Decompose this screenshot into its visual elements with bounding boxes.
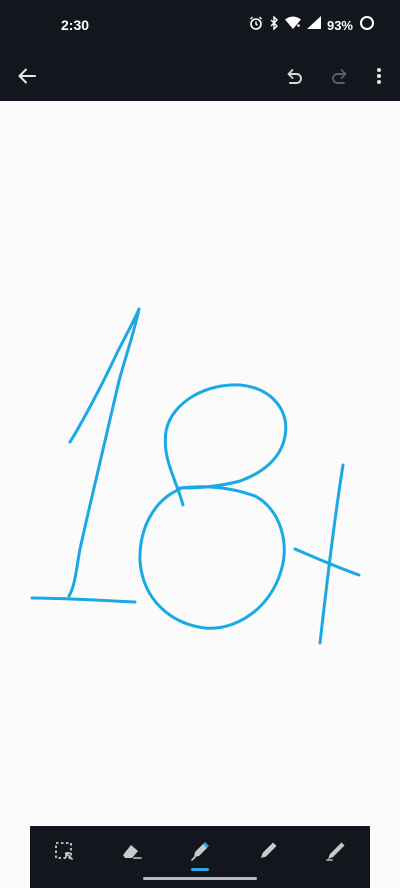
battery-ring-icon xyxy=(359,15,375,36)
alarm-icon xyxy=(249,16,263,35)
redo-button[interactable] xyxy=(322,58,358,94)
handwriting-strokes xyxy=(30,307,361,645)
bluetooth-icon xyxy=(269,14,279,35)
signal-icon xyxy=(306,16,321,34)
arrow-left-icon xyxy=(18,68,36,84)
pen-icon xyxy=(191,842,209,861)
pencil-icon xyxy=(261,842,277,858)
ink-stroke-8 xyxy=(138,383,288,630)
undo-button[interactable] xyxy=(276,58,312,94)
ink-stroke-plus-vertical xyxy=(318,463,345,645)
wifi-icon xyxy=(284,16,301,34)
more-vertical-icon xyxy=(377,68,381,84)
ink-stroke-1-base xyxy=(30,596,137,604)
app-toolbar xyxy=(0,52,400,101)
pencil-tool[interactable] xyxy=(248,834,288,868)
back-button[interactable] xyxy=(9,58,45,94)
eraser-tool[interactable] xyxy=(112,834,152,868)
active-tool-indicator xyxy=(191,868,209,871)
status-bar: 2:30 93% xyxy=(0,0,400,52)
battery-percent: 93% xyxy=(326,17,353,33)
lasso-select-icon xyxy=(55,842,73,860)
drawing-canvas[interactable] xyxy=(0,101,400,826)
ink-layer xyxy=(30,307,361,645)
ink-stroke-1-stem xyxy=(67,307,141,598)
eraser-icon xyxy=(123,845,142,859)
lasso-select-tool[interactable] xyxy=(44,834,84,868)
status-time: 2:30 xyxy=(61,17,90,33)
undo-icon xyxy=(287,69,302,84)
redo-icon xyxy=(332,69,347,84)
marker-icon xyxy=(326,842,345,861)
more-options-button[interactable] xyxy=(361,58,397,94)
marker-tool[interactable] xyxy=(316,834,356,868)
pen-tool[interactable] xyxy=(180,834,220,868)
gesture-navigation-pill[interactable] xyxy=(143,877,257,880)
drawing-tools-bar xyxy=(30,826,370,888)
status-icons: 93% xyxy=(249,14,375,36)
